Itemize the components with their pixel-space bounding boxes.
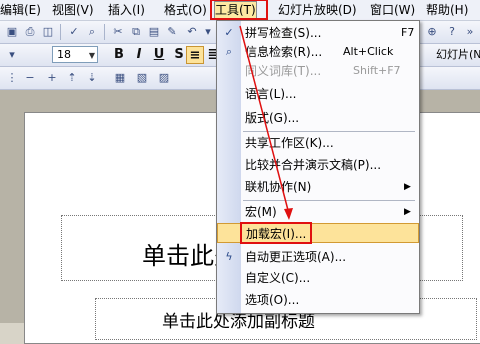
annotation-arrow-line: [239, 25, 290, 215]
annotation-arrow: [239, 25, 293, 220]
annotation-arrow-head: [284, 208, 293, 220]
